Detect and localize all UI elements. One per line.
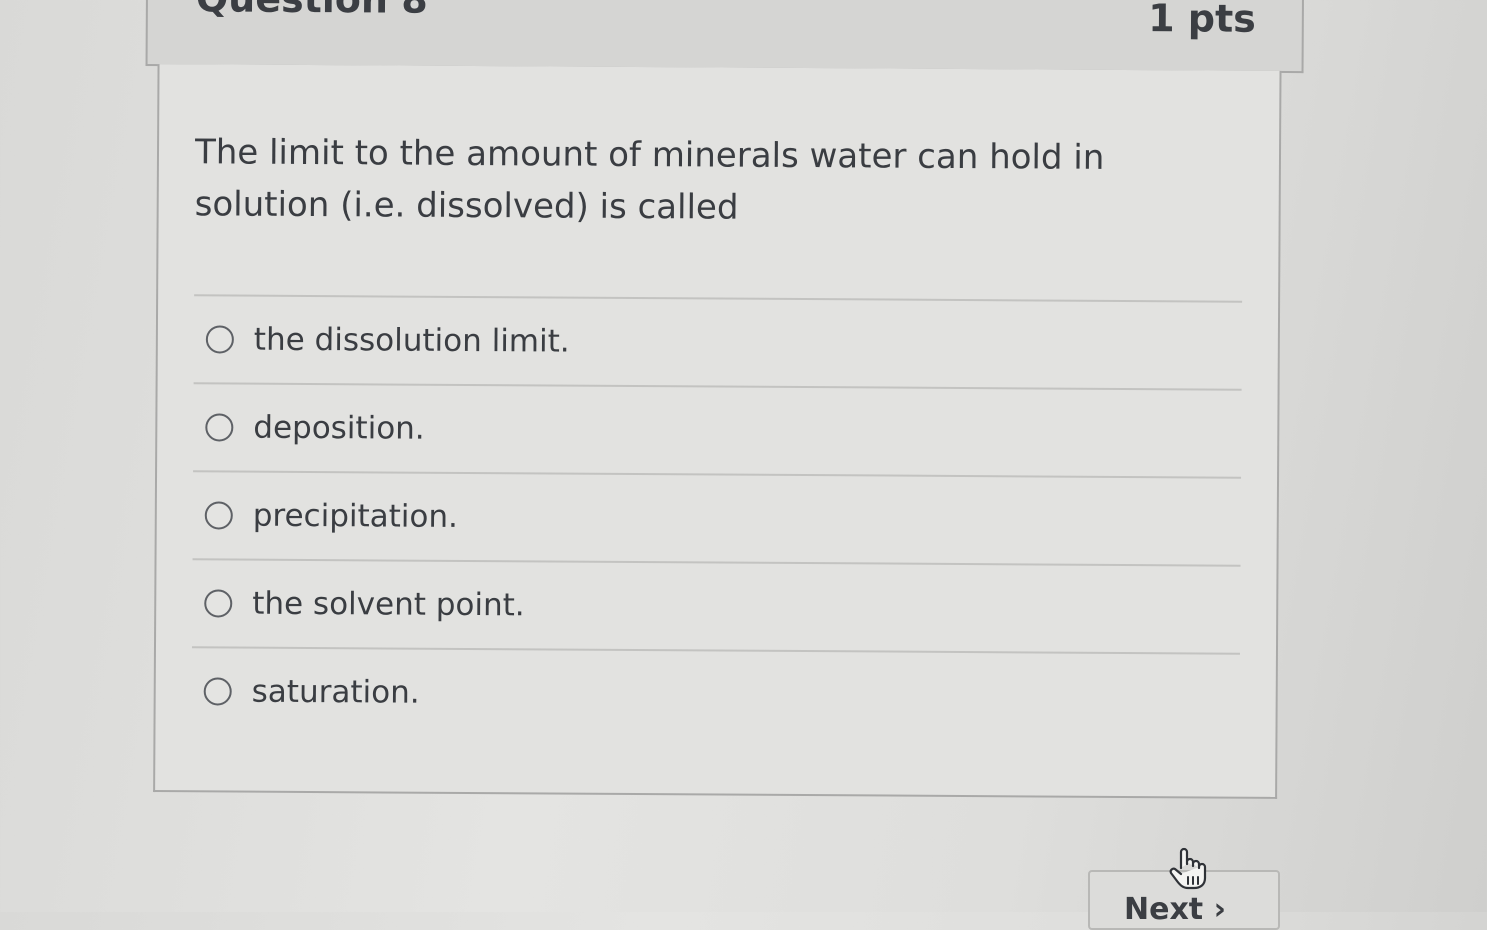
next-button-label[interactable]: Next ›: [1124, 892, 1226, 927]
question-card: Question 8 1 pts The limit to the amount…: [141, 0, 1304, 803]
answer-option-5[interactable]: saturation.: [191, 648, 1240, 740]
hand-pointer-icon: [1169, 847, 1207, 890]
answer-option-2[interactable]: deposition.: [193, 384, 1242, 476]
question-points: 1 pts: [1148, 0, 1256, 41]
answer-option-4[interactable]: the solvent point.: [192, 560, 1241, 652]
answer-label[interactable]: precipitation.: [253, 498, 458, 535]
answer-label[interactable]: the dissolution limit.: [254, 322, 570, 360]
radio-unchecked-icon[interactable]: [204, 501, 233, 530]
question-body: The limit to the amount of minerals wate…: [153, 64, 1282, 799]
radio-unchecked-icon[interactable]: [205, 325, 234, 354]
radio-unchecked-icon[interactable]: [203, 677, 232, 706]
answer-label[interactable]: saturation.: [252, 674, 420, 711]
answer-option-3[interactable]: precipitation.: [193, 472, 1242, 564]
answer-label[interactable]: deposition.: [253, 410, 425, 447]
question-header: Question 8 1 pts: [145, 0, 1304, 74]
radio-unchecked-icon[interactable]: [204, 589, 233, 618]
question-text: The limit to the amount of minerals wate…: [194, 132, 1105, 228]
answer-label[interactable]: the solvent point.: [252, 586, 525, 624]
answer-list: the dissolution limit. deposition. preci…: [191, 294, 1243, 740]
radio-unchecked-icon[interactable]: [205, 413, 234, 442]
answer-option-1[interactable]: the dissolution limit.: [194, 296, 1243, 388]
question-title: Question 8: [196, 0, 428, 22]
